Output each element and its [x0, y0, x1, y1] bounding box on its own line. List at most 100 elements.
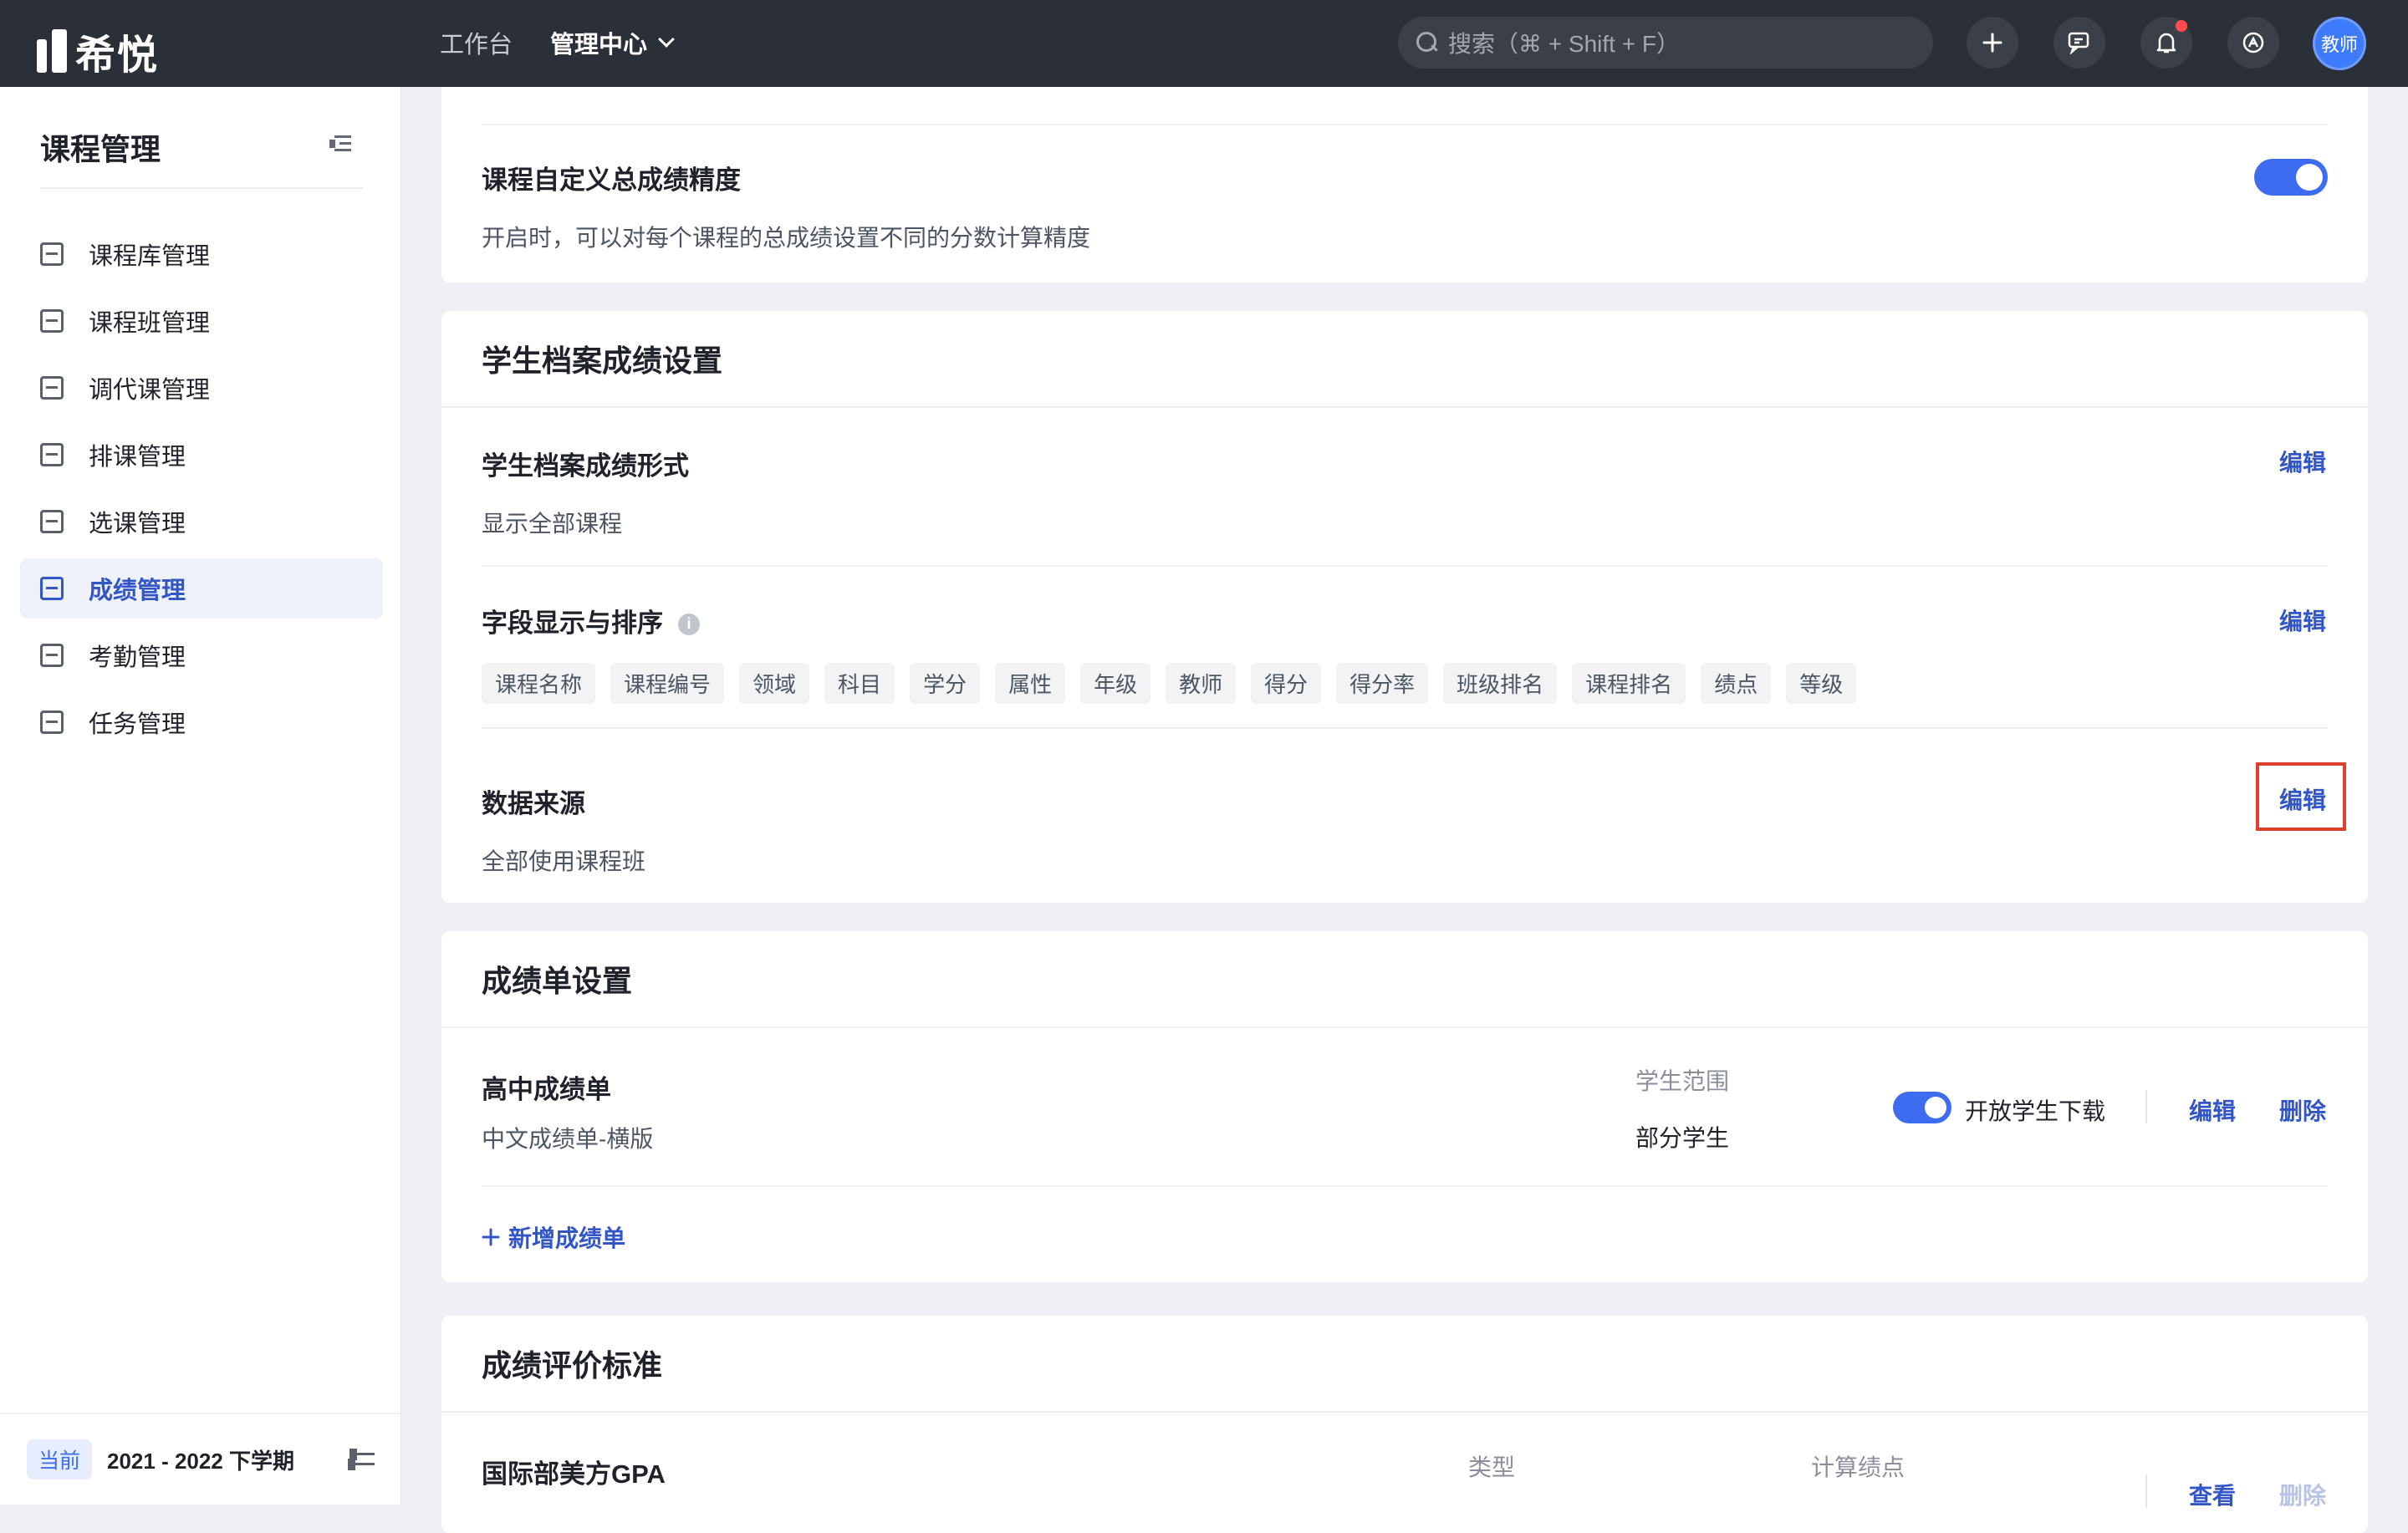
precision-setting: 课程自定义总成绩精度 开启时，可以对每个课程的总成绩设置不同的分数计算精度 — [482, 159, 2328, 253]
top-bar: 希悦 工作台 管理中心 搜索（⌘ + Shift + F） 教师 — [0, 0, 2408, 87]
scope-label: 学生范围 — [1635, 1068, 1730, 1094]
field-tag: 年级 — [1080, 663, 1151, 704]
field-tags: 课程名称 课程编号 领域 科目 学分 属性 年级 教师 得分 得分率 班级排名 … — [482, 663, 2328, 704]
task-icon — [40, 710, 64, 734]
delete-report-link[interactable]: 删除 — [2279, 1093, 2326, 1127]
sidebar-title: 课程管理 — [40, 132, 161, 166]
fields-title-row: 字段显示与排序 i — [482, 602, 2328, 639]
edit-data-source-link[interactable]: 编辑 — [2279, 782, 2326, 816]
swap-icon[interactable] — [348, 1449, 375, 1470]
sidebar-item-label: 选课管理 — [89, 511, 186, 537]
section-title: 学生档案成绩设置 — [441, 311, 2368, 408]
divider — [482, 727, 2328, 729]
report-card-settings: 成绩单设置 高中成绩单 中文成绩单-横版 学生范围 部分学生 开放学生下载 编辑… — [441, 931, 2368, 1282]
edit-report-link[interactable]: 编辑 — [2189, 1093, 2236, 1127]
term-selector[interactable]: 当前 2021 - 2022 下学期 — [0, 1413, 401, 1505]
sidebar-item-label: 排课管理 — [89, 444, 186, 471]
avatar[interactable]: 教师 — [2313, 17, 2366, 70]
evaluation-standard-card: 成绩评价标准 国际部美方GPA 类型 计算绩点 查看 删除 — [441, 1316, 2368, 1533]
delete-evaluation-link[interactable]: 删除 — [2279, 1478, 2326, 1511]
course-selection-icon — [40, 510, 64, 533]
field-tag: 教师 — [1166, 663, 1237, 704]
logo-text: 希悦 — [75, 33, 160, 78]
divider — [482, 565, 2328, 567]
notification-dot — [2176, 20, 2187, 32]
divider — [482, 1185, 2328, 1187]
chat-icon — [2068, 32, 2089, 54]
app-center-icon — [2242, 32, 2264, 53]
sidebar-item-course-class[interactable]: 课程班管理 — [20, 291, 383, 351]
messages-button[interactable] — [2053, 17, 2105, 69]
collapse-sidebar-icon[interactable] — [329, 134, 351, 154]
sidebar-item-course-selection[interactable]: 选课管理 — [20, 491, 383, 552]
divider — [482, 124, 2328, 125]
course-class-icon — [40, 309, 64, 333]
download-toggle[interactable] — [1893, 1092, 1951, 1123]
info-icon[interactable]: i — [678, 613, 700, 635]
plus-icon — [482, 1228, 500, 1246]
type-label: 类型 — [1468, 1454, 1516, 1480]
view-evaluation-link[interactable]: 查看 — [2189, 1478, 2236, 1511]
sidebar-item-tasks[interactable]: 任务管理 — [20, 692, 383, 752]
section-title: 成绩单设置 — [441, 931, 2368, 1028]
field-tag: 得分率 — [1336, 663, 1429, 704]
download-label: 开放学生下载 — [1965, 1098, 2106, 1124]
nav-admin-center[interactable]: 管理中心 — [550, 25, 675, 60]
app-switch-button[interactable] — [2227, 17, 2279, 69]
divider — [2145, 1474, 2147, 1508]
precision-toggle[interactable] — [2254, 159, 2328, 196]
field-tag: 等级 — [1786, 663, 1857, 704]
setting-title: 字段显示与排序 — [482, 609, 663, 638]
sidebar-item-label: 任务管理 — [89, 711, 186, 738]
field-tag: 属性 — [995, 663, 1066, 704]
scope-column: 学生范围 部分学生 — [1635, 1063, 1729, 1154]
logo-mark-icon — [37, 29, 67, 73]
sidebar-item-schedule[interactable]: 排课管理 — [20, 425, 383, 485]
sidebar-item-label: 考勤管理 — [89, 644, 186, 671]
setting-title: 课程自定义总成绩精度 — [482, 166, 741, 195]
nav-workbench[interactable]: 工作台 — [440, 25, 513, 60]
data-source-setting: 数据来源 全部使用课程班 — [482, 782, 2328, 877]
archive-form-setting: 学生档案成绩形式 显示全部课程 — [482, 445, 2328, 539]
archive-settings-card: 学生档案成绩设置 学生档案成绩形式 显示全部课程 编辑 字段显示与排序 i 课程名… — [441, 311, 2368, 903]
term-badge: 当前 — [27, 1439, 93, 1480]
setting-desc: 显示全部课程 — [482, 511, 623, 537]
sidebar: 课程管理 课程库管理 课程班管理 调代课管理 排课管理 选课管理 成绩管理 考勤… — [0, 87, 401, 1505]
field-tag: 课程名称 — [482, 663, 596, 704]
field-tag: 绩点 — [1701, 663, 1772, 704]
divider — [2145, 1090, 2147, 1123]
plus-icon — [1982, 33, 2002, 53]
sidebar-item-label: 课程库管理 — [89, 243, 211, 270]
sidebar-item-label: 调代课管理 — [89, 377, 211, 404]
sidebar-item-attendance[interactable]: 考勤管理 — [20, 625, 383, 685]
search-icon — [1416, 32, 1438, 53]
setting-desc: 全部使用课程班 — [482, 848, 646, 874]
notifications-button[interactable] — [2140, 17, 2192, 69]
field-tag: 课程编号 — [610, 663, 725, 704]
schedule-icon — [40, 443, 64, 466]
evaluation-title: 国际部美方GPA — [482, 1459, 666, 1489]
sidebar-divider — [40, 187, 363, 189]
create-button[interactable] — [1967, 17, 2018, 69]
sidebar-item-grades[interactable]: 成绩管理 — [20, 558, 383, 619]
search-input[interactable]: 搜索（⌘ + Shift + F） — [1398, 17, 1933, 69]
add-report-label: 新增成绩单 — [508, 1225, 626, 1251]
substitute-icon — [40, 376, 64, 400]
edit-fields-link[interactable]: 编辑 — [2279, 604, 2326, 637]
sidebar-item-label: 成绩管理 — [89, 578, 186, 604]
fields-setting: 字段显示与排序 i 课程名称 课程编号 领域 科目 学分 属性 年级 教师 得分 … — [482, 602, 2328, 704]
edit-archive-form-link[interactable]: 编辑 — [2279, 445, 2326, 478]
section-title: 成绩评价标准 — [441, 1316, 2368, 1413]
field-tag: 领域 — [739, 663, 810, 704]
add-report-button[interactable]: 新增成绩单 — [482, 1220, 625, 1254]
app-logo[interactable]: 希悦 — [37, 22, 159, 80]
grades-icon — [40, 577, 64, 600]
field-tag: 科目 — [824, 663, 895, 704]
sidebar-item-course-library[interactable]: 课程库管理 — [20, 224, 383, 284]
field-tag: 学分 — [910, 663, 981, 704]
sidebar-menu: 课程库管理 课程班管理 调代课管理 排课管理 选课管理 成绩管理 考勤管理 任务… — [20, 224, 383, 759]
scope-value: 部分学生 — [1635, 1125, 1730, 1151]
gpa-label: 计算绩点 — [1811, 1454, 1905, 1480]
sidebar-item-substitute[interactable]: 调代课管理 — [20, 358, 383, 418]
precision-card: 课程自定义总成绩精度 开启时，可以对每个课程的总成绩设置不同的分数计算精度 — [441, 87, 2368, 283]
